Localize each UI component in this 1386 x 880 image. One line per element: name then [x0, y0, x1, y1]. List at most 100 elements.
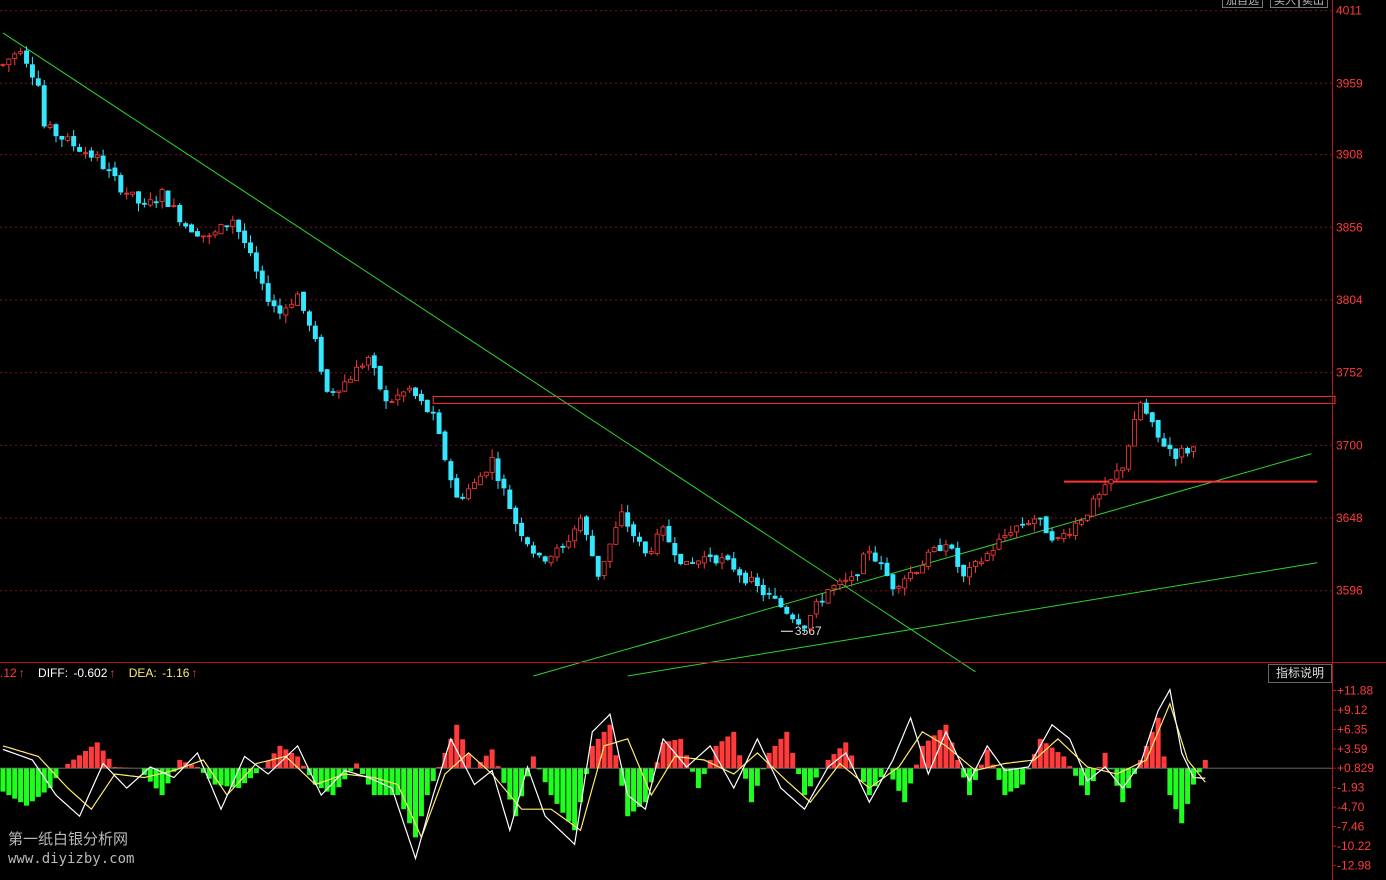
macd-tick-label: -7.46 — [1337, 819, 1365, 833]
candle-body — [731, 558, 737, 570]
candle-body — [1114, 470, 1120, 480]
candle-body — [424, 399, 430, 413]
candle-body — [495, 458, 501, 481]
candle-body — [413, 387, 418, 397]
candle-body — [613, 527, 619, 545]
candle-body — [990, 549, 996, 556]
candle-body — [395, 394, 401, 401]
trendline-descending-resistance — [2, 32, 976, 673]
candle-body — [318, 336, 324, 372]
candle-body — [967, 566, 972, 578]
candle-body — [513, 507, 519, 525]
candle-body — [489, 457, 495, 473]
candle-body — [748, 576, 754, 583]
candle-body — [601, 560, 607, 576]
candle-body — [360, 365, 365, 368]
candle-body — [342, 381, 348, 392]
candle-body — [925, 551, 931, 567]
candle-body — [931, 546, 937, 552]
price-tick-label: 3596 — [1336, 584, 1363, 598]
candle-body — [77, 147, 83, 152]
macd-tick-label: +3.59 — [1337, 742, 1368, 756]
candle-body — [1079, 520, 1084, 525]
candle-body — [277, 305, 283, 314]
candle-body — [1108, 479, 1114, 485]
candle-body — [12, 53, 18, 60]
candle-body — [554, 547, 560, 558]
price-tick-label: 3804 — [1336, 293, 1363, 307]
candle-body — [908, 571, 914, 580]
candle-body — [1179, 447, 1185, 458]
candle-body — [1037, 517, 1043, 520]
candle-body — [477, 475, 483, 486]
candle-body — [589, 535, 595, 557]
candle-body — [112, 167, 118, 177]
candle-body — [902, 578, 908, 589]
candle-body — [471, 482, 477, 489]
candle-body — [548, 555, 554, 564]
macd-tick-label: -1.93 — [1337, 781, 1365, 795]
candle-body — [430, 411, 436, 414]
candle-body — [972, 561, 978, 568]
sell-button[interactable]: 卖出 — [1298, 0, 1328, 8]
buy-button[interactable]: 买入 — [1270, 0, 1300, 8]
candle-body — [737, 569, 743, 576]
chart-canvas: 3567 4011 3959 3908 3856 3804 3752 3700 3648 359… — [0, 0, 1386, 880]
candle-body — [1096, 494, 1102, 500]
candle-body — [1185, 448, 1191, 454]
candle-body — [265, 283, 271, 302]
indicator-help-button[interactable]: 指标说明 — [1268, 664, 1332, 683]
candle-body — [171, 204, 177, 207]
candle-body — [183, 223, 189, 227]
candle-body — [71, 136, 77, 147]
price-grid — [0, 10, 1332, 592]
candle-body — [519, 522, 525, 537]
candle-body — [1031, 518, 1037, 525]
candle-body — [666, 526, 672, 543]
candle-body — [725, 555, 731, 560]
macd-arrow-icon: ↑ — [18, 666, 25, 680]
candle-body — [29, 64, 35, 78]
candle-body — [943, 544, 949, 552]
candle-body — [813, 601, 819, 615]
macd-panel — [0, 687, 1332, 861]
candle-body — [106, 169, 112, 172]
macd-tick-label: -4.70 — [1337, 800, 1365, 814]
candle-body — [1090, 498, 1096, 517]
candle-body — [701, 556, 707, 564]
candle-body — [884, 562, 890, 577]
candle-body — [377, 365, 383, 390]
watermark-url: www.diyizby.com — [8, 851, 135, 867]
candle-body — [53, 124, 59, 137]
price-tick-label: 3648 — [1336, 511, 1363, 525]
candle-body — [165, 190, 171, 207]
candle-body — [855, 574, 861, 577]
candle-body — [831, 585, 837, 590]
candle-body — [442, 431, 448, 461]
macd-tick-label: -10.22 — [1337, 839, 1371, 853]
candle-body — [1120, 467, 1126, 472]
candle-body — [1061, 533, 1067, 539]
candle-body — [654, 533, 660, 554]
candle-body — [843, 579, 849, 582]
candle-body — [1073, 522, 1079, 536]
candle-body — [460, 496, 466, 499]
candle-body — [1137, 402, 1143, 421]
dea-value: -1.16 — [162, 666, 190, 680]
candle-body — [242, 230, 248, 244]
candle-body — [542, 556, 548, 562]
macd-tick-label: +6.35 — [1337, 722, 1368, 736]
price-tick-label: 3908 — [1336, 148, 1363, 162]
candle-body — [678, 553, 684, 565]
candle-body — [619, 511, 625, 527]
diff-label: DIFF: — [38, 666, 69, 680]
candle-body — [536, 552, 542, 556]
candle-body — [194, 231, 200, 237]
add-watchlist-button[interactable]: 加自选 — [1222, 0, 1263, 8]
candle-body — [448, 461, 454, 481]
candle-body — [301, 291, 306, 311]
candle-body — [88, 150, 94, 158]
candle-body — [637, 536, 642, 542]
candle-body — [690, 562, 695, 564]
candle-body — [47, 124, 53, 128]
